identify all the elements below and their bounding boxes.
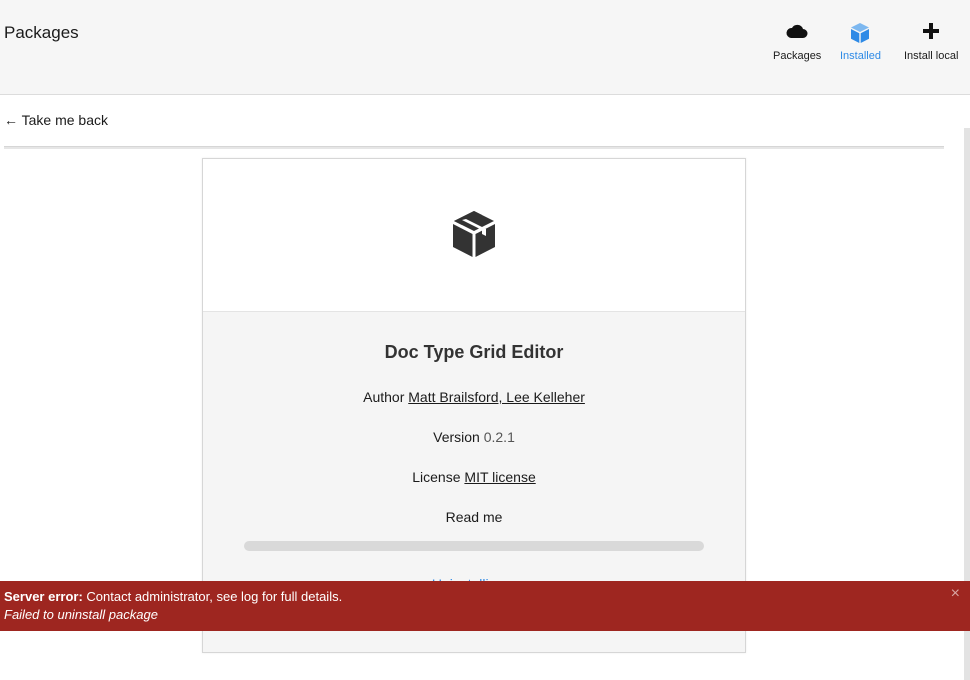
header-bar: Packages Packages Installed Install loca… xyxy=(0,0,970,95)
package-name: Doc Type Grid Editor xyxy=(384,342,564,362)
license-link[interactable]: MIT license xyxy=(464,469,535,485)
nav-packages-button[interactable]: Packages xyxy=(773,22,821,62)
uninstall-progress-bar xyxy=(244,541,704,551)
plus-icon xyxy=(904,22,958,44)
nav-install-local-button[interactable]: Install local xyxy=(904,22,958,62)
nav-installed-button[interactable]: Installed xyxy=(840,22,881,62)
error-title: Server error: xyxy=(4,589,83,604)
version-row: Version 0.2.1 xyxy=(203,429,745,445)
error-message-line: Server error: Contact administrator, see… xyxy=(4,588,966,606)
nav-install-local-label: Install local xyxy=(904,50,959,62)
error-notification: Server error: Contact administrator, see… xyxy=(0,581,970,631)
close-icon[interactable]: × xyxy=(951,585,960,603)
package-icon-area xyxy=(203,159,745,312)
package-card: Doc Type Grid Editor Author Matt Brailsf… xyxy=(202,158,746,653)
cloud-icon xyxy=(773,22,821,44)
nav-installed-label: Installed xyxy=(840,50,881,62)
error-message: Contact administrator, see log for full … xyxy=(86,589,343,604)
license-row: License MIT license xyxy=(203,469,745,485)
version-value: 0.2.1 xyxy=(483,429,515,445)
divider xyxy=(4,146,944,149)
take-me-back-link[interactable]: ← Take me back xyxy=(4,112,108,128)
version-label: Version xyxy=(433,429,480,445)
license-label: License xyxy=(412,469,461,485)
author-label: Author xyxy=(363,389,405,405)
readme-label: Read me xyxy=(445,509,503,525)
nav-packages-label: Packages xyxy=(773,50,822,62)
readme-row: Read me xyxy=(203,509,745,525)
error-detail: Failed to uninstall package xyxy=(4,607,158,622)
author-row: Author Matt Brailsford, Lee Kelleher xyxy=(203,389,745,405)
author-link[interactable]: Matt Brailsford, Lee Kelleher xyxy=(408,389,585,405)
page-title: Packages xyxy=(4,23,79,42)
box-icon xyxy=(840,22,881,44)
package-box-icon xyxy=(452,210,496,263)
